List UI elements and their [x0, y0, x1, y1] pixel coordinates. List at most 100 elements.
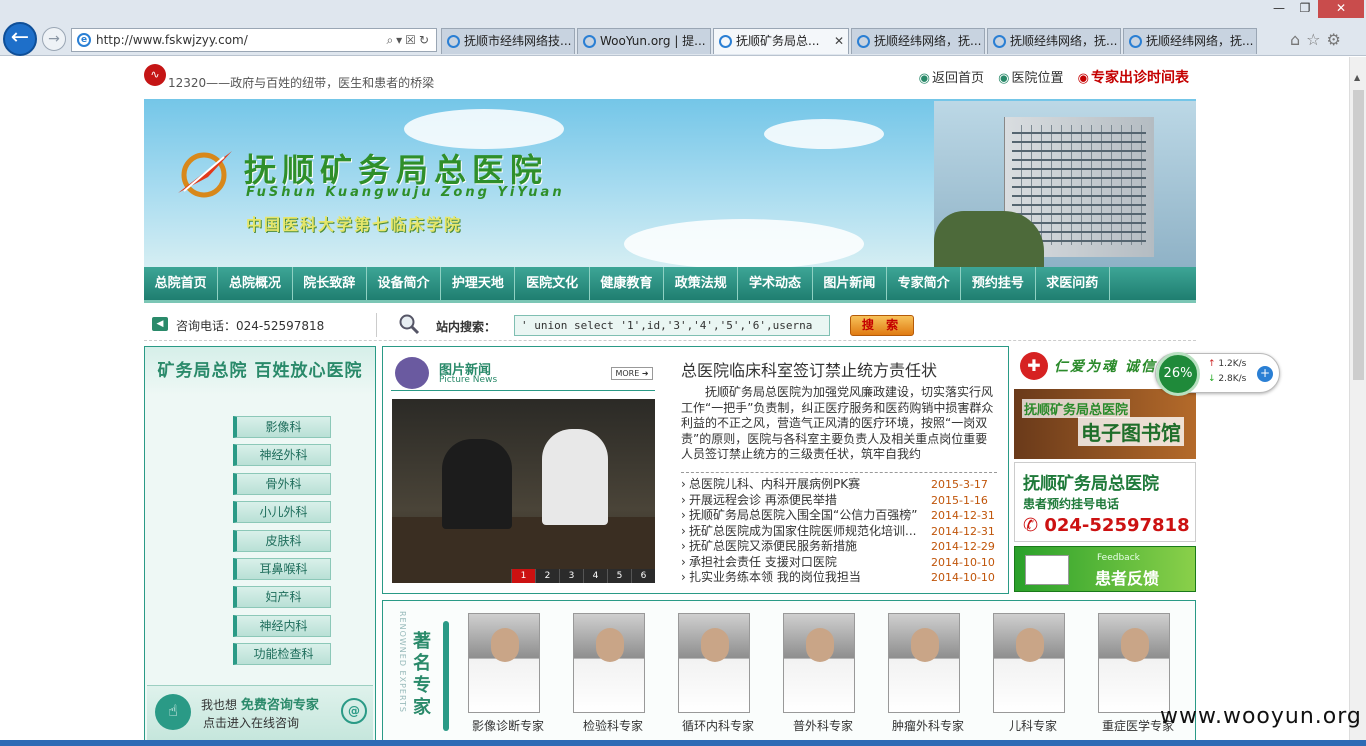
nav-item[interactable]: 预约挂号 [961, 267, 1036, 300]
expert-name: 普外科专家 [792, 719, 853, 733]
nav-item[interactable]: 设备简介 [367, 267, 442, 300]
trees-shape [934, 211, 1044, 267]
department-link[interactable]: 神经外科 [233, 444, 331, 467]
feedback-en: Feedback [1097, 553, 1140, 563]
nav-item[interactable]: 医院文化 [515, 267, 590, 300]
nav-item[interactable]: 专家简介 [887, 267, 962, 300]
feedback-banner[interactable]: Feedback 患者反馈 [1014, 546, 1196, 592]
search-row: ◀ 咨询电话：024-52597818 站内搜索： 搜 索 [144, 309, 1196, 341]
tab-label: 抚顺经纬网络，抚... [1146, 34, 1254, 48]
pager-button[interactable]: 5 [607, 569, 631, 583]
scrollbar-thumb[interactable] [1353, 90, 1364, 380]
news-item-title[interactable]: 承担社会责任 支援对口医院 [689, 555, 837, 569]
tab-2[interactable]: WooYun.org | 提... [577, 28, 711, 54]
nav-item[interactable]: 学术动态 [738, 267, 813, 300]
link-expert-schedule[interactable]: ◉ 专家出诊时间表 [1078, 70, 1189, 86]
pager-button[interactable]: 2 [535, 569, 559, 583]
bullet-icon: ◉ [998, 71, 1010, 86]
nav-item[interactable]: 求医问药 [1036, 267, 1110, 300]
news-item-title[interactable]: 抚顺矿务局总医院入围全国“公信力百强榜” [689, 508, 917, 522]
news-item[interactable]: 开展远程会诊 再添便民举措 2015-1-16 [681, 493, 997, 509]
news-photo[interactable]: 123456 [392, 399, 655, 583]
nav-item[interactable]: 护理天地 [441, 267, 516, 300]
plus-icon[interactable]: + [1257, 366, 1273, 382]
tab-1[interactable]: 抚顺市经纬网络技... [441, 28, 575, 54]
nav-item[interactable]: 总院首页 [144, 267, 219, 300]
tab-6[interactable]: 抚顺经纬网络，抚... [1123, 28, 1257, 54]
tab-label: 抚顺矿务局总... [736, 34, 820, 48]
pager-button[interactable]: 4 [583, 569, 607, 583]
address-bar[interactable]: e http://www.fskwjzyy.com/ ⌕▾☒↻ [71, 28, 437, 52]
expert-card[interactable]: 循环内科专家 [671, 613, 765, 746]
appointment-line1: 抚顺矿务局总医院 [1023, 474, 1159, 494]
e-library-banner[interactable]: 抚顺矿务局总医院 电子图书馆 [1014, 389, 1196, 459]
expert-face [596, 628, 624, 662]
pager-button[interactable]: 3 [559, 569, 583, 583]
news-item[interactable]: 承担社会责任 支援对口医院 2014-10-10 [681, 555, 997, 571]
department-link[interactable]: 骨外科 [233, 472, 331, 495]
favorites-star-icon[interactable]: ☆ [1306, 30, 1326, 49]
news-item-title[interactable]: 开展远程会诊 再添便民举措 [689, 493, 837, 507]
scroll-up-icon[interactable]: ▲ [1354, 73, 1360, 82]
online-consult-banner[interactable]: ☝ 我也想 免费咨询专家 点击进入在线咨询 @ [147, 685, 373, 741]
site-search-input[interactable] [514, 315, 830, 336]
expert-card[interactable]: 检验科专家 [566, 613, 660, 746]
expert-photo [993, 613, 1065, 713]
news-headline[interactable]: 总医院临床科室签订禁止统方责任状 [681, 357, 937, 381]
expert-photo [678, 613, 750, 713]
forward-button[interactable]: → [42, 27, 66, 51]
back-button[interactable]: ← [3, 22, 37, 56]
network-speed-widget[interactable]: 26% ↑ 1.2K/s ↓ 2.8K/s + [1155, 352, 1280, 396]
tab-3-active[interactable]: 抚顺矿务局总... ✕ [713, 28, 849, 54]
pager-button[interactable]: 6 [631, 569, 655, 583]
tab-5[interactable]: 抚顺经纬网络，抚... [987, 28, 1121, 54]
settings-gear-icon[interactable]: ⚙ [1327, 30, 1347, 49]
news-item[interactable]: 扎实业务练本领 我的岗位我担当 2014-10-10 [681, 570, 997, 586]
department-link[interactable]: 神经内科 [233, 614, 331, 637]
news-item[interactable]: 抚矿总医院又添便民服务新措施 2014-12-29 [681, 539, 997, 555]
search-label: 站内搜索： [436, 320, 497, 334]
magnifier-icon [399, 314, 420, 335]
close-tab-icon[interactable]: ✕ [834, 29, 844, 54]
expert-card[interactable]: 儿科专家 [986, 613, 1080, 746]
news-item-date: 2015-1-16 [931, 493, 988, 507]
expert-card[interactable]: 普外科专家 [776, 613, 870, 746]
news-item-title[interactable]: 总医院儿科、内科开展病例PK赛 [689, 477, 860, 491]
news-item-title[interactable]: 扎实业务练本领 我的岗位我担当 [689, 570, 861, 584]
department-link[interactable]: 影像科 [233, 416, 331, 438]
nav-item[interactable]: 院长致辞 [293, 267, 367, 300]
department-link[interactable]: 皮肤科 [233, 529, 331, 552]
nav-item[interactable]: 政策法规 [664, 267, 739, 300]
address-tools-icon[interactable]: ⌕▾☒↻ [386, 29, 432, 51]
news-item-title[interactable]: 抚矿总医院又添便民服务新措施 [689, 539, 857, 553]
restore-icon[interactable]: ❐ [1292, 0, 1318, 18]
more-button[interactable]: MORE ➜ [611, 367, 653, 380]
experts-panel: RENOWNED EXPERTS 著名专家 影像诊断专家 检验科专家 循环内科专家 普… [382, 600, 1196, 746]
pager-button[interactable]: 1 [511, 569, 535, 583]
news-item[interactable]: 抚矿总医院成为国家住院医师规范化培训... 2014-12-31 [681, 524, 997, 540]
nav-item[interactable]: 图片新闻 [813, 267, 887, 300]
appointment-banner[interactable]: 抚顺矿务局总医院 患者预约挂号电话 ✆ 024-52597818 [1014, 462, 1196, 542]
nav-item[interactable]: 总院概况 [218, 267, 293, 300]
link-label: 返回首页 [932, 71, 985, 86]
search-button[interactable]: 搜 索 [850, 315, 914, 336]
close-window-icon[interactable]: ✕ [1318, 0, 1364, 18]
news-item[interactable]: 总医院儿科、内科开展病例PK赛 2015-3-17 [681, 477, 997, 493]
link-home[interactable]: ◉ 返回首页 [919, 71, 984, 86]
expert-name: 检验科专家 [582, 719, 643, 733]
link-location[interactable]: ◉ 医院位置 [998, 71, 1063, 86]
department-link[interactable]: 妇产科 [233, 586, 331, 609]
minimize-icon[interactable]: — [1266, 0, 1292, 18]
department-link[interactable]: 耳鼻喉科 [233, 558, 331, 580]
tab-4[interactable]: 抚顺经纬网络，抚... [851, 28, 985, 54]
expert-card[interactable]: 影像诊断专家 [461, 613, 555, 746]
home-icon[interactable]: ⌂ [1290, 30, 1306, 49]
expert-card[interactable]: 肿瘤外科专家 [881, 613, 975, 746]
news-item[interactable]: 抚顺矿务局总医院入围全国“公信力百强榜” 2014-12-31 [681, 508, 997, 524]
vertical-scrollbar[interactable]: ▲ [1349, 57, 1366, 746]
nav-item[interactable]: 健康教育 [590, 267, 665, 300]
photo-person [542, 429, 608, 525]
department-link[interactable]: 功能检查科 [233, 643, 331, 666]
department-link[interactable]: 小儿外科 [233, 501, 331, 524]
news-item-title[interactable]: 抚矿总医院成为国家住院医师规范化培训... [689, 524, 916, 538]
